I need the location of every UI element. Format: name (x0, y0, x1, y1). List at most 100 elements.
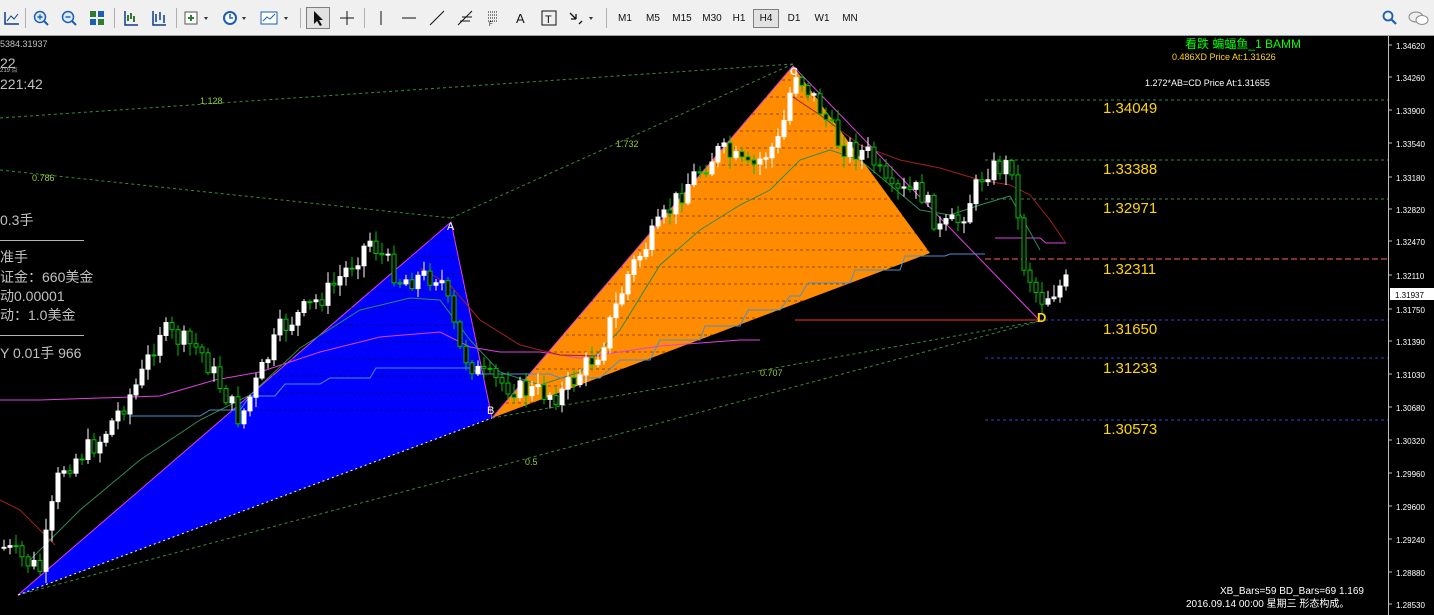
timeframe-m5[interactable]: M5 (640, 9, 666, 28)
fib-ratio-label: 1.732 (616, 139, 639, 149)
candle-body (55, 472, 61, 503)
timeframe-m1[interactable]: M1 (612, 9, 638, 28)
period-clock-icon[interactable] (220, 7, 252, 29)
axis-price-label: 1.34260 (1396, 74, 1425, 83)
candle-body (415, 274, 421, 290)
candle-body (1021, 217, 1027, 271)
timeframe-m30[interactable]: M30 (698, 9, 726, 28)
candle-body (85, 439, 91, 461)
horizontal-line-icon[interactable] (398, 7, 420, 29)
candle-body (43, 529, 49, 572)
vertical-line-icon[interactable] (370, 7, 392, 29)
axis-price-label: 1.34620 (1396, 42, 1425, 51)
candle-body (973, 179, 979, 205)
candle-body (397, 282, 403, 285)
candle-body (457, 321, 463, 347)
candle-body (637, 256, 643, 261)
arrows-icon[interactable] (566, 7, 600, 29)
ma-magenta-right (995, 237, 1066, 244)
candle-body (631, 259, 637, 276)
candle-body (109, 420, 115, 435)
candle-body (355, 265, 361, 270)
candle-body (571, 377, 577, 386)
search-icon[interactable] (1380, 7, 1400, 29)
timeframe-m15[interactable]: M15 (668, 9, 696, 28)
trendline-icon[interactable] (426, 7, 448, 29)
formation-time-text: 2016.09.14 00:00 星期三 形态构成。 (1186, 597, 1349, 610)
candle-body (655, 216, 661, 227)
candle-body (115, 410, 121, 422)
candle-body (643, 249, 649, 258)
point-a-label: A (447, 221, 455, 233)
candle-body (1027, 269, 1033, 283)
text-icon[interactable]: F (482, 7, 504, 29)
candle-body (301, 301, 307, 314)
candle-body (919, 182, 925, 203)
svg-text:A: A (516, 11, 525, 26)
text-label-icon[interactable]: A (510, 7, 532, 29)
candle-body (685, 184, 691, 204)
zoom-in-icon[interactable] (30, 7, 52, 29)
candle-body (595, 359, 601, 366)
candle-body (469, 362, 475, 375)
candle-body (733, 151, 739, 158)
chat-icon[interactable] (1406, 7, 1430, 29)
standard-label: 准手 (0, 249, 28, 265)
candle-body (121, 410, 127, 415)
candle-body (805, 85, 811, 96)
candle-body (37, 559, 43, 572)
candle-body (451, 295, 457, 323)
candle-body (145, 354, 151, 370)
axis-price-label: 1.31750 (1396, 306, 1425, 315)
candle-body (859, 149, 865, 160)
crosshair-icon[interactable] (336, 7, 358, 29)
buy-order-label: Y 0.01手 966 (0, 345, 82, 361)
chart-props-icon[interactable] (2, 7, 22, 29)
price-level-label: 1.31233 (1103, 360, 1157, 377)
tile-windows-icon[interactable] (86, 7, 108, 29)
candle-body (247, 396, 253, 412)
candle-body (193, 343, 199, 348)
candle-body (847, 141, 853, 158)
axis-price-label: 1.29960 (1396, 470, 1425, 479)
label-box-icon[interactable]: T (538, 7, 560, 29)
chart-shift-icon[interactable] (148, 7, 170, 29)
candle-body (523, 380, 529, 397)
axis-price-label: 1.32470 (1396, 238, 1425, 247)
candle-body (511, 393, 517, 399)
candle-body (481, 365, 487, 369)
candle-body (433, 282, 439, 286)
margin-label: 证金：660美金 (0, 269, 93, 285)
timeframe-h4[interactable]: H4 (753, 9, 779, 28)
candle-body (139, 368, 145, 386)
candle-body (61, 470, 67, 474)
candle-body (277, 318, 283, 336)
divider-line-1: —————— (0, 231, 84, 247)
price-level-label: 1.32971 (1103, 200, 1157, 217)
price-level-label: 1.33388 (1103, 161, 1157, 178)
zoom-out-icon[interactable] (58, 7, 80, 29)
candle-body (727, 142, 733, 158)
candle-body (679, 193, 685, 204)
candle-body (811, 93, 817, 96)
price-chart[interactable]: 1.128 0.786 1.732 0.707 0.5 1.34049 1.33388 1.3… (0, 36, 1434, 615)
cursor-icon[interactable] (306, 7, 330, 29)
indicators-icon[interactable] (182, 7, 214, 29)
templates-icon[interactable] (258, 7, 294, 29)
timeframe-d1[interactable]: D1 (781, 9, 807, 28)
axis-price-label: 1.28530 (1396, 601, 1425, 610)
candle-body (715, 145, 721, 163)
fibonacci-icon[interactable] (454, 7, 476, 29)
candle-body (487, 367, 493, 370)
timeframe-h1[interactable]: H1 (726, 9, 752, 28)
chart-area[interactable]: 1.128 0.786 1.732 0.707 0.5 1.34049 1.33388 1.3… (0, 36, 1434, 615)
candle-body (91, 439, 97, 454)
candle-body (745, 156, 751, 161)
autoscroll-icon[interactable] (120, 7, 142, 29)
price-axis-bg (1389, 36, 1434, 615)
timeframe-w1[interactable]: W1 (809, 9, 835, 28)
timeframe-mn[interactable]: MN (837, 9, 863, 28)
candle-body (505, 382, 511, 395)
lot-size-label: 0.3手 (0, 212, 33, 228)
tick-value-label: 动：1.0美金 (0, 307, 75, 323)
